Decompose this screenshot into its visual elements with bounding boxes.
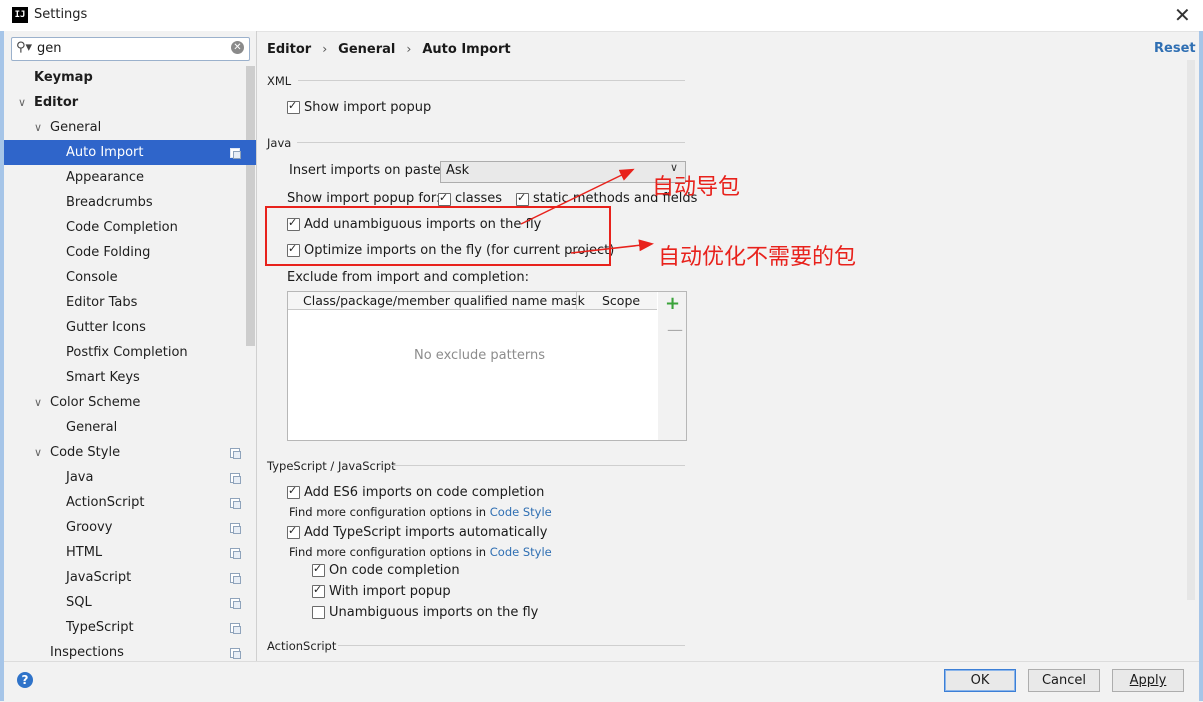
annotation-arrow-auto-import — [520, 168, 635, 225]
cancel-button[interactable]: Cancel — [1028, 669, 1100, 692]
annotation-auto-import: 自动导包 — [652, 175, 741, 200]
dialog-button-bar — [4, 661, 1199, 702]
ok-button[interactable]: OK — [944, 669, 1016, 692]
annotation-auto-optimize: 自动优化不需要的包 — [658, 245, 857, 270]
apply-button[interactable]: Apply — [1112, 669, 1184, 692]
help-icon[interactable]: ? — [17, 672, 33, 688]
annotation-arrow-optimize — [570, 239, 654, 254]
annotation-arrows — [520, 168, 654, 254]
